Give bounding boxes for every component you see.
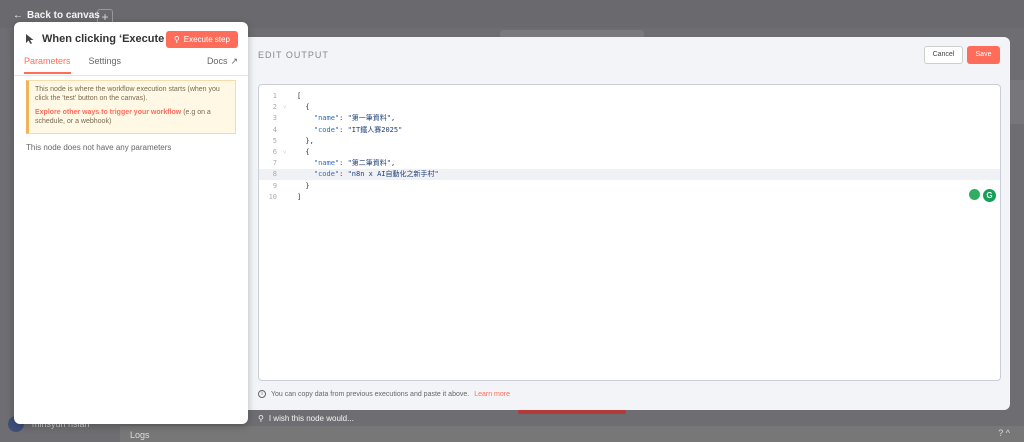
code-line[interactable]: 9 } — [259, 181, 1000, 192]
node-title[interactable]: When clicking ‘Execute ... — [42, 33, 166, 45]
arrow-left-icon: ← — [13, 10, 23, 21]
grammarly-icon[interactable]: G — [983, 189, 996, 202]
info-text: This node is where the workflow executio… — [35, 86, 220, 102]
code-text: "code": "IT鐵人賽2025" — [313, 125, 403, 134]
trigger-info-callout: This node is where the workflow executio… — [26, 80, 236, 134]
line-number: 5 — [272, 136, 277, 145]
code-line[interactable]: 7 "name": "第二筆資料", — [259, 158, 1000, 169]
code-line[interactable]: 10] — [259, 192, 1000, 203]
logs-label: Logs — [130, 430, 150, 440]
code-line[interactable]: 5 }, — [259, 136, 1000, 147]
save-button[interactable]: Save — [967, 46, 1000, 64]
edit-output-panel: EDIT OUTPUT Cancel Save 1[2 ˅ {3 "name": … — [248, 37, 1010, 410]
tab-settings[interactable]: Settings — [89, 56, 122, 72]
external-link-icon: ↗ — [230, 56, 238, 66]
back-to-canvas-link[interactable]: ← Back to canvas — [13, 10, 100, 21]
code-text: [ — [297, 92, 302, 100]
line-number: 2 — [272, 103, 277, 112]
code-text: ] — [297, 192, 302, 201]
logs-bar[interactable]: Logs — [120, 426, 1024, 442]
fold-chevron-icon[interactable]: ˅ — [283, 147, 286, 158]
feedback-wish[interactable]: ⚲ I wish this node would... — [258, 414, 354, 423]
line-number: 4 — [272, 125, 277, 134]
code-line[interactable]: 6 ˅ { — [259, 147, 1000, 158]
info-paragraph: Explore other ways to trigger your workf… — [35, 108, 229, 126]
explore-triggers-link[interactable]: Explore other ways to trigger your workf… — [35, 109, 181, 116]
code-line[interactable]: 8 "code": "n8n x AI自動化之新手村" — [259, 169, 1000, 181]
line-number: 3 — [272, 114, 277, 123]
line-number: 6 — [272, 148, 277, 156]
docs-link[interactable]: Docs ↗ — [207, 56, 238, 67]
editor-extension-icons: G — [969, 189, 996, 202]
lightbulb-outline-icon: ⚲ — [258, 414, 264, 423]
code-line[interactable]: 4 "code": "IT鐵人賽2025" — [259, 125, 1000, 136]
line-number: 1 — [272, 92, 277, 100]
code-text: { — [297, 148, 310, 156]
edit-output-title: EDIT OUTPUT — [258, 50, 329, 60]
node-parameters-panel: When clicking ‘Execute ... ⚲ Execute ste… — [14, 22, 248, 424]
code-text: }, — [297, 136, 314, 145]
fold-chevron-icon[interactable]: ˅ — [283, 102, 286, 113]
help-toggle[interactable]: ? ^ — [998, 428, 1010, 438]
code-line[interactable]: 2 ˅ { — [259, 102, 1000, 113]
code-line[interactable]: 3 "name": "第一筆資料", — [259, 113, 1000, 124]
code-text: "name": "第二筆資料", — [313, 159, 396, 168]
lightbulb-icon[interactable] — [969, 189, 980, 200]
back-to-canvas-label: Back to canvas — [27, 10, 100, 21]
code-line[interactable]: 1[ — [259, 91, 1000, 102]
panel-tabs: Parameters Settings Docs ↗ — [14, 56, 248, 76]
no-parameters-text: This node does not have any parameters — [26, 143, 172, 152]
learn-more-link[interactable]: Learn more — [474, 391, 510, 398]
cancel-button[interactable]: Cancel — [924, 46, 963, 64]
docs-label: Docs — [206, 56, 228, 66]
panel-header: When clicking ‘Execute ... ⚲ Execute ste… — [14, 22, 248, 56]
execute-step-button[interactable]: ⚲ Execute step — [165, 30, 238, 48]
wish-label: I wish this node would... — [268, 414, 354, 423]
code-text: "code": "n8n x AI自動化之新手村" — [313, 170, 439, 179]
line-number: 10 — [268, 192, 277, 201]
code-text: "name": "第一筆資料", — [313, 114, 396, 123]
line-number: 8 — [272, 170, 277, 179]
tab-parameters[interactable]: Parameters — [24, 56, 71, 74]
canvas-right-strip — [1008, 80, 1024, 124]
footer-text: You can copy data from previous executio… — [271, 390, 470, 398]
line-number: 7 — [272, 159, 277, 168]
editor-footer-note: i You can copy data from previous execut… — [258, 390, 510, 398]
execute-step-label: Execute step — [183, 34, 230, 44]
json-code-editor[interactable]: 1[2 ˅ {3 "name": "第一筆資料", 4 "code": "IT鐵人賽… — [258, 84, 1001, 381]
flask-icon: ⚲ — [173, 34, 180, 44]
code-text: { — [297, 103, 310, 112]
line-number: 9 — [272, 181, 277, 190]
cursor-icon — [26, 34, 34, 44]
code-text: } — [297, 181, 310, 190]
info-icon: i — [258, 390, 266, 398]
